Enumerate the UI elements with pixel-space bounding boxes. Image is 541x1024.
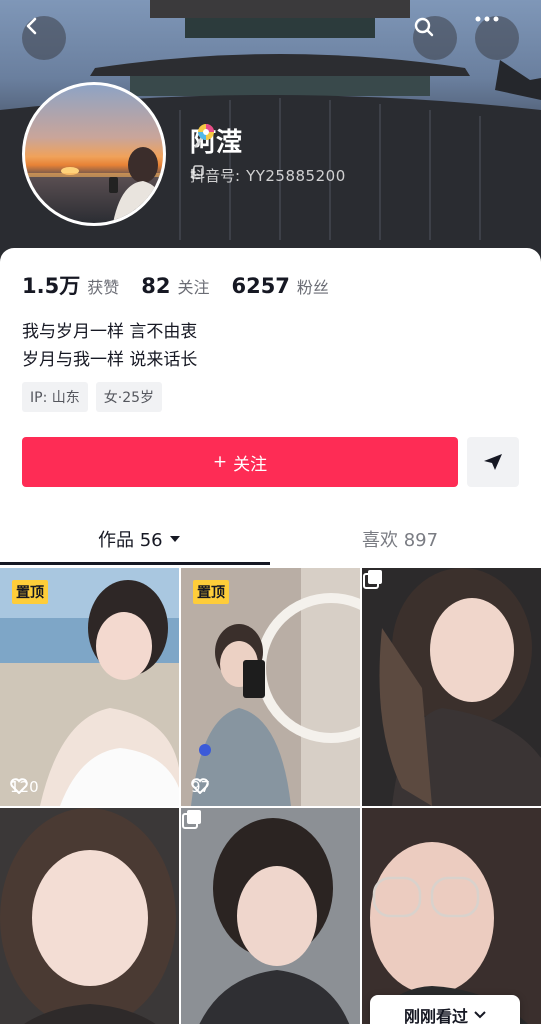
douyin-id: 抖音号: YY25885200	[190, 165, 346, 186]
tab-works-label: 作品 56	[98, 530, 163, 551]
video-tile[interactable]	[362, 808, 541, 1024]
search-icon	[414, 17, 434, 37]
avatar-sunset-image	[25, 147, 163, 223]
lollipop-emoji-icon	[194, 124, 214, 148]
douyin-id-value: YY25885200	[246, 166, 346, 185]
caret-down-icon	[169, 536, 180, 542]
send-icon	[484, 454, 502, 470]
pinned-badge: 置顶	[12, 580, 48, 604]
stat-likes[interactable]: 1.5万 获赞	[22, 270, 119, 300]
profile-tags: IP: 山东 女·25岁	[22, 382, 163, 412]
search-button[interactable]	[413, 16, 457, 60]
stat-followers-value: 6257	[231, 274, 290, 298]
video-thumbnail	[0, 808, 179, 1024]
video-tile[interactable]	[181, 808, 360, 1024]
content-tabs: 作品 56 喜欢 897	[0, 518, 541, 568]
video-tile[interactable]: 置顶 97	[181, 568, 360, 806]
tab-works[interactable]: 作品 56	[98, 526, 181, 552]
video-grid: 置顶 120 置顶 97	[0, 568, 541, 1024]
video-tile[interactable]	[0, 808, 179, 1024]
stat-likes-label: 获赞	[87, 278, 120, 297]
nickname: 阿滢	[190, 122, 242, 159]
chevron-down-icon	[474, 1011, 486, 1019]
follow-label: 关注	[233, 454, 268, 475]
bio: 我与岁月一样 言不由衷 岁月与我一样 说来话长	[22, 318, 197, 374]
stat-followers[interactable]: 6257 粉丝	[231, 274, 328, 298]
pinned-badge: 置顶	[193, 580, 229, 604]
video-thumbnail	[181, 808, 360, 1024]
tab-likes[interactable]: 喜欢 897	[362, 526, 438, 552]
heart-icon	[191, 778, 209, 794]
share-button[interactable]	[467, 437, 519, 487]
video-thumbnail	[362, 808, 541, 1024]
profile-banner: 阿滢 抖音号: YY25885200	[0, 0, 541, 262]
heart-icon	[10, 778, 28, 794]
follow-button[interactable]: + 关注	[22, 437, 458, 487]
more-icon	[475, 16, 499, 22]
stat-followers-label: 粉丝	[296, 278, 329, 297]
stat-following-value: 82	[141, 274, 171, 298]
video-likes: 97	[191, 778, 210, 796]
back-icon	[26, 17, 37, 35]
active-tab-indicator	[0, 562, 270, 565]
back-button[interactable]	[22, 16, 66, 60]
stat-following[interactable]: 82 关注	[141, 274, 209, 298]
stat-following-label: 关注	[177, 278, 210, 297]
video-tile[interactable]: 置顶 120	[0, 568, 179, 806]
multi-image-icon	[363, 570, 382, 589]
recently-viewed-label: 刚刚看过	[403, 1007, 468, 1024]
bio-line: 岁月与我一样 说来话长	[22, 350, 198, 370]
video-tile[interactable]	[362, 568, 541, 806]
copy-icon[interactable]	[190, 165, 204, 179]
video-likes: 120	[10, 778, 39, 796]
ip-location-tag: IP: 山东	[22, 382, 88, 412]
video-thumbnail	[362, 568, 541, 806]
plus-icon: +	[212, 452, 228, 472]
multi-image-icon	[182, 810, 201, 829]
recently-viewed-toast[interactable]: 刚刚看过	[370, 995, 520, 1024]
gender-age-tag: 女·25岁	[95, 382, 163, 412]
stats-row: 1.5万 获赞 82 关注 6257 粉丝	[22, 270, 329, 300]
more-button[interactable]	[475, 16, 519, 60]
stat-likes-value: 1.5万	[22, 274, 81, 298]
bio-line: 我与岁月一样 言不由衷	[22, 322, 198, 342]
tab-likes-label: 喜欢 897	[362, 530, 439, 551]
avatar[interactable]	[22, 82, 166, 226]
